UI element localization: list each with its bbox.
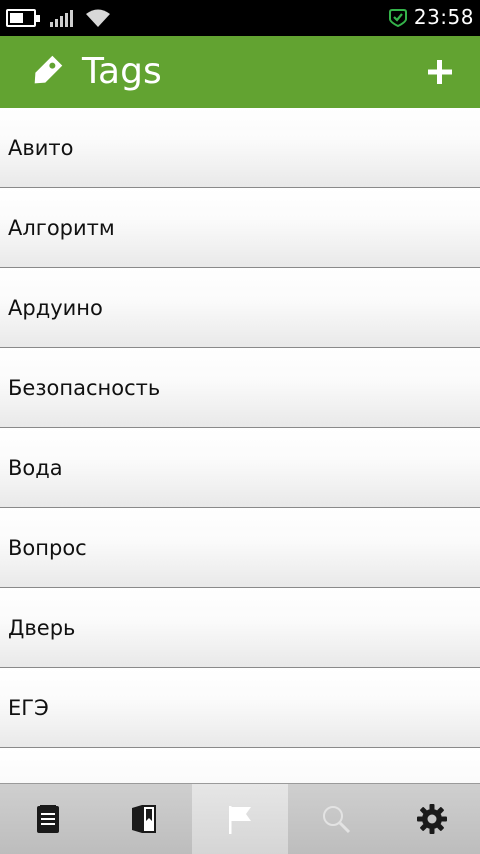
list-item-label: Безопасность [8,376,161,400]
notes-icon [37,805,59,833]
notes-button[interactable] [0,784,96,854]
signal-icon [50,9,75,27]
bottom-toolbar [0,783,480,854]
page-title: Tags [82,51,162,92]
list-item-label: ЕГЭ [8,696,49,720]
sync-check-icon [388,9,407,27]
tags-button[interactable] [192,784,288,854]
notebook-icon [132,805,156,833]
list-item-label: Вода [8,456,63,480]
gear-icon [417,804,447,834]
list-item-label: Авито [8,136,74,160]
list-item[interactable]: Безопасность [0,348,480,428]
notebooks-button[interactable] [96,784,192,854]
list-item[interactable]: Авито [0,108,480,188]
list-item-label: Ардуино [8,296,103,320]
list-item-label: Вопрос [8,536,87,560]
list-item-label: Дверь [8,616,76,640]
add-tag-button[interactable] [422,54,458,90]
list-item[interactable]: ЕГЭ [0,668,480,748]
clock: 23:58 [413,5,474,29]
status-bar: 23:58 [0,0,480,36]
tag-icon [34,55,63,84]
app-header: Tags [0,36,480,108]
flag-icon [229,806,251,834]
search-icon [323,806,351,834]
list-item[interactable]: Вода [0,428,480,508]
list-item-label: Алгоритм [8,216,115,240]
list-item[interactable]: Дверь [0,588,480,668]
settings-button[interactable] [384,784,480,854]
wifi-icon [86,9,110,27]
list-item[interactable]: Ардуино [0,268,480,348]
list-item[interactable] [0,748,480,783]
battery-level [10,13,24,23]
list-item[interactable]: Вопрос [0,508,480,588]
battery-icon [6,9,40,27]
search-button[interactable] [288,784,384,854]
tag-list: Авито Алгоритм Ардуино Безопасность Вода… [0,108,480,783]
list-item[interactable]: Алгоритм [0,188,480,268]
